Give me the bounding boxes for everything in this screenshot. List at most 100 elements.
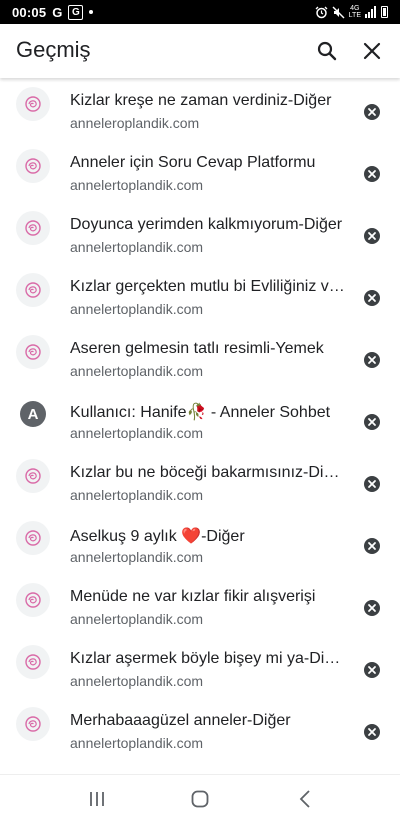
rose-favicon-icon — [16, 211, 50, 245]
remove-icon — [364, 228, 380, 244]
rose-icon — [25, 344, 41, 360]
network-subtype: LTE — [348, 12, 361, 19]
remove-icon — [364, 476, 380, 492]
history-item-title: Aselkuş 9 aylık ❤️-Diğer — [70, 528, 245, 545]
rose-icon — [25, 282, 41, 298]
remove-item-button[interactable] — [361, 287, 383, 309]
letter-favicon-icon: A — [20, 401, 46, 427]
rose-icon — [25, 468, 41, 484]
rose-favicon-icon — [16, 87, 50, 121]
history-item[interactable]: Kizlar kreşe ne zaman verdiniz-Diğer ann… — [0, 78, 400, 140]
status-bar-left: 00:05 G G — [12, 4, 94, 20]
history-item-url: annelertoplandik.com — [70, 735, 204, 751]
history-item[interactable]: Merhabaaagüzel anneler-Diğer annelertopl… — [0, 698, 400, 760]
remove-item-button[interactable] — [361, 473, 383, 495]
remove-icon — [364, 600, 380, 616]
history-item[interactable]: Kızlar gerçekten mutlu bi Evliliğiniz va… — [0, 264, 400, 326]
close-button[interactable] — [358, 37, 386, 65]
status-bar-right: 4G LTE — [315, 5, 388, 19]
rose-icon — [25, 592, 41, 608]
page-title: Geçmiş — [16, 37, 91, 62]
remove-icon — [364, 414, 380, 430]
history-item-title: Doyunca yerimden kalkmıyorum-Diğer — [70, 216, 343, 233]
history-item[interactable]: Kızlar aşermek böyle bişey mi ya-Diğer a… — [0, 636, 400, 698]
rose-favicon-icon — [16, 583, 50, 617]
history-item-title: Menüde ne var kızlar fikir alışverişi — [70, 588, 316, 605]
search-icon — [317, 41, 337, 61]
history-item-url: annelertoplandik.com — [70, 487, 204, 503]
remove-icon — [364, 352, 380, 368]
recent-apps-button[interactable] — [85, 787, 109, 811]
rose-favicon-icon — [16, 459, 50, 493]
history-item-url: annelertoplandik.com — [70, 239, 204, 255]
history-item-title: Kizlar kreşe ne zaman verdiniz-Diğer — [70, 92, 332, 109]
history-item-title: Kullanıcı: Hanife🥀 - Anneler Sohbet — [70, 404, 331, 421]
network-icon: 4G LTE — [349, 5, 361, 19]
history-item-url: annelertoplandik.com — [70, 549, 204, 565]
history-item[interactable]: A Kullanıcı: Hanife🥀 - Anneler Sohbet an… — [0, 388, 400, 450]
back-icon — [299, 790, 310, 808]
history-item-title: Kızlar aşermek böyle bişey mi ya-Diğer — [70, 650, 346, 667]
history-item-url: annelertoplandik.com — [70, 425, 204, 441]
rose-favicon-icon — [16, 273, 50, 307]
remove-item-button[interactable] — [361, 721, 383, 743]
rose-icon — [25, 654, 41, 670]
rose-icon — [25, 96, 41, 112]
system-nav-bar — [0, 774, 400, 822]
history-item-url: anneleroplandik.com — [70, 115, 200, 131]
remove-icon — [364, 538, 380, 554]
google-app-icon: G — [68, 4, 84, 20]
remove-icon — [364, 104, 380, 120]
remove-item-button[interactable] — [361, 163, 383, 185]
history-item-title: Anneler için Soru Cevap Platformu — [70, 154, 316, 171]
back-button[interactable] — [293, 787, 317, 811]
history-item-url: annelertoplandik.com — [70, 177, 204, 193]
history-item-url: annelertoplandik.com — [70, 363, 204, 379]
rose-favicon-icon — [16, 521, 50, 555]
rose-favicon-icon — [16, 335, 50, 369]
remove-item-button[interactable] — [361, 659, 383, 681]
rose-icon — [25, 220, 41, 236]
alarm-icon — [315, 6, 328, 18]
home-button[interactable] — [188, 787, 212, 811]
signal-icon — [365, 6, 376, 18]
history-header: Geçmiş — [0, 24, 400, 78]
rose-favicon-icon — [16, 707, 50, 741]
history-item[interactable]: Aseren gelmesin tatlı resimli-Yemek anne… — [0, 326, 400, 388]
notification-dot-icon — [89, 10, 94, 14]
remove-icon — [364, 166, 380, 182]
rose-icon — [25, 716, 41, 732]
status-time: 00:05 — [12, 4, 47, 20]
history-item-title: Kızlar bu ne böceği bakarmısınız-Diğer — [70, 464, 346, 481]
remove-item-button[interactable] — [361, 535, 383, 557]
history-item[interactable]: Menüde ne var kızlar fikir alışverişi an… — [0, 574, 400, 636]
rose-favicon-icon — [16, 645, 50, 679]
remove-item-button[interactable] — [361, 225, 383, 247]
battery-icon — [381, 6, 388, 18]
remove-item-button[interactable] — [361, 101, 383, 123]
remove-icon — [364, 662, 380, 678]
status-bar: 00:05 G G 4G LTE — [0, 0, 400, 24]
history-item-title: Aseren gelmesin tatlı resimli-Yemek — [70, 340, 324, 357]
google-icon: G — [52, 4, 63, 20]
rose-favicon-icon — [16, 149, 50, 183]
search-button[interactable] — [313, 37, 341, 65]
remove-item-button[interactable] — [361, 349, 383, 371]
history-item[interactable]: Anneler için Soru Cevap Platformu annele… — [0, 140, 400, 202]
remove-icon — [364, 290, 380, 306]
rose-icon — [25, 158, 41, 174]
history-item-title: Kızlar gerçekten mutlu bi Evliliğiniz va… — [70, 278, 346, 295]
history-item[interactable]: Doyunca yerimden kalkmıyorum-Diğer annel… — [0, 202, 400, 264]
remove-icon — [364, 724, 380, 740]
close-icon — [363, 42, 381, 60]
history-item-url: annelertoplandik.com — [70, 673, 204, 689]
rose-icon — [25, 530, 41, 546]
history-item-url: annelertoplandik.com — [70, 611, 204, 627]
remove-item-button[interactable] — [361, 411, 383, 433]
history-item[interactable]: Aselkuş 9 aylık ❤️-Diğer annelertoplandi… — [0, 512, 400, 574]
mute-icon — [332, 6, 345, 18]
history-item[interactable]: Kızlar bu ne böceği bakarmısınız-Diğer a… — [0, 450, 400, 512]
history-item-url: annelertoplandik.com — [70, 301, 204, 317]
remove-item-button[interactable] — [361, 597, 383, 619]
recent-apps-icon — [90, 792, 104, 806]
